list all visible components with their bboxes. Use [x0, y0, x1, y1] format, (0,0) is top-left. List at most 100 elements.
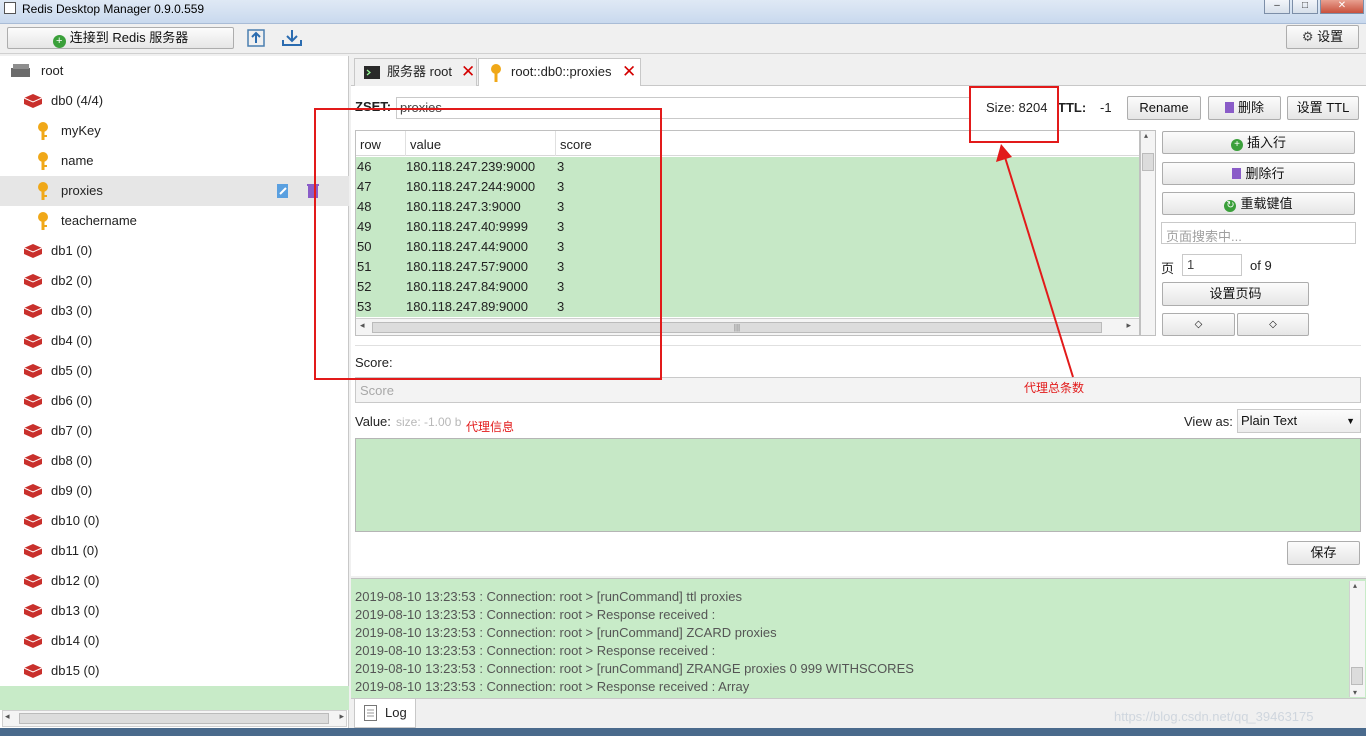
tree-db-label: db6 (0) [51, 393, 93, 408]
sidebar-h-scrollbar[interactable]: ◂ ▸ [2, 710, 347, 727]
delete-key-button[interactable]: 删除 [1208, 96, 1281, 120]
score-input[interactable]: Score [355, 377, 1361, 403]
annotation-box-size [969, 86, 1059, 143]
tree-db-label: db2 (0) [51, 273, 93, 288]
tab-label: 服务器 root [387, 64, 453, 79]
tree-db-item[interactable]: db8 (0) [0, 446, 349, 476]
tree-db-item[interactable]: db9 (0) [0, 476, 349, 506]
sidebar-empty-area [0, 686, 349, 710]
log-line: 2019-08-10 13:23:53 : Connection: root >… [355, 589, 742, 604]
connection-tree: root db0 (4/4) myKey name proxies teache… [0, 56, 349, 729]
tree-db-label: db4 (0) [51, 333, 93, 348]
tab-bar: 服务器 root ✕ root::db0::proxies ✕ [351, 56, 1366, 86]
tree-db-label: db12 (0) [51, 573, 100, 588]
tree-db-label: db5 (0) [51, 363, 93, 378]
prev-page-button[interactable]: ◇ [1162, 313, 1235, 336]
window-title: Redis Desktop Manager 0.9.0.559 [22, 2, 205, 16]
tree-key-label: myKey [61, 123, 101, 138]
trash-icon [1224, 102, 1234, 113]
tree-root[interactable]: root [0, 56, 349, 86]
connect-label: 连接到 Redis 服务器 [69, 30, 189, 45]
tree-db-item[interactable]: db14 (0) [0, 626, 349, 656]
next-page-button[interactable]: ◇ [1237, 313, 1309, 336]
tree-db-item[interactable]: db12 (0) [0, 566, 349, 596]
log-panel: 2019-08-10 13:23:53 : Connection: root >… [351, 578, 1366, 698]
redis-db-icon [23, 334, 42, 348]
redis-db-icon [23, 454, 42, 468]
log-v-scrollbar[interactable]: ▴ ▾ [1349, 581, 1365, 697]
tree-key-proxies[interactable]: proxies [0, 176, 349, 206]
delete-row-label: 删除行 [1245, 166, 1285, 181]
export-icon[interactable] [281, 28, 303, 48]
view-as-select[interactable]: Plain Text ▼ [1237, 409, 1361, 433]
insert-row-button[interactable]: + 插入行 [1162, 131, 1355, 154]
page-search-input[interactable]: 页面搜索中... [1161, 222, 1356, 244]
close-window-button[interactable]: ✕ [1320, 0, 1364, 14]
settings-button[interactable]: ⚙ 设置 [1286, 25, 1359, 49]
document-icon [364, 705, 377, 721]
tree-db-label: db7 (0) [51, 423, 93, 438]
redis-db-icon [23, 274, 42, 288]
reload-button[interactable]: ↻ 重载键值 [1162, 192, 1355, 215]
tree-db-label: db11 (0) [51, 543, 99, 558]
main-toolbar: + 连接到 Redis 服务器 ⚙ 设置 [0, 24, 1366, 54]
tree-key-teachername[interactable]: teachername [0, 206, 349, 236]
tree-key-label: name [61, 153, 94, 168]
tree-db-item[interactable]: db6 (0) [0, 386, 349, 416]
page-count: of 9 [1250, 258, 1272, 273]
page-number-input[interactable]: 1 [1182, 254, 1242, 276]
tree-db-item[interactable]: db7 (0) [0, 416, 349, 446]
plus-circle-icon: + [52, 35, 66, 48]
redis-db-icon [23, 394, 42, 408]
log-line: 2019-08-10 13:23:53 : Connection: root >… [355, 607, 716, 622]
set-page-button[interactable]: 设置页码 [1162, 282, 1309, 306]
tree-key-mykey[interactable]: myKey [0, 116, 349, 146]
tree-db-label: db8 (0) [51, 453, 93, 468]
tree-db0-label: db0 (4/4) [51, 93, 104, 108]
log-tab-bar: Log https://blog.csdn.net/qq_39463175 [351, 698, 1366, 728]
terminal-icon [364, 66, 380, 79]
ttl-label: TTL: [1058, 100, 1087, 115]
tree-db-item[interactable]: db11 (0) [0, 536, 349, 566]
tab-server-root[interactable]: 服务器 root ✕ [354, 58, 477, 86]
import-icon[interactable] [246, 28, 266, 48]
tree-db-item[interactable]: db10 (0) [0, 506, 349, 536]
value-size-label: size: -1.00 b [396, 415, 462, 429]
tree-db-item[interactable]: db1 (0) [0, 236, 349, 266]
refresh-icon: ↻ [1224, 200, 1237, 212]
key-icon [38, 182, 48, 200]
tree-db-item[interactable]: db5 (0) [0, 356, 349, 386]
tree-db0[interactable]: db0 (4/4) [0, 86, 349, 116]
set-ttl-button[interactable]: 设置 TTL [1287, 96, 1359, 120]
key-icon [491, 64, 501, 82]
close-tab-icon[interactable]: ✕ [622, 59, 636, 85]
redis-db-icon [23, 574, 42, 588]
tree-db-label: db15 (0) [51, 663, 100, 678]
tree-key-name[interactable]: name [0, 146, 349, 176]
tree-db-item[interactable]: db15 (0) [0, 656, 349, 686]
tree-db-label: db13 (0) [51, 603, 100, 618]
connect-redis-button[interactable]: + 连接到 Redis 服务器 [7, 27, 234, 49]
rename-button[interactable]: Rename [1127, 96, 1201, 120]
tree-db-item[interactable]: db2 (0) [0, 266, 349, 296]
table-v-scrollbar[interactable]: ▴ [1140, 130, 1156, 336]
redis-db-icon [23, 94, 42, 108]
save-button[interactable]: 保存 [1287, 541, 1360, 565]
close-tab-icon[interactable]: ✕ [461, 59, 475, 85]
delete-row-button[interactable]: 删除行 [1162, 162, 1355, 185]
tree-key-label: proxies [61, 183, 103, 198]
value-editor[interactable] [355, 438, 1361, 532]
tab-proxies[interactable]: root::db0::proxies ✕ [478, 58, 641, 86]
title-bar: Redis Desktop Manager 0.9.0.559 – □ ✕ [0, 0, 1366, 24]
tree-db-item[interactable]: db3 (0) [0, 296, 349, 326]
minimize-button[interactable]: – [1264, 0, 1290, 14]
maximize-button[interactable]: □ [1292, 0, 1318, 14]
tree-root-label: root [41, 63, 64, 78]
tab-log[interactable]: Log [354, 699, 416, 728]
tree-db-label: db9 (0) [51, 483, 93, 498]
tree-db-label: db3 (0) [51, 303, 93, 318]
redis-db-icon [23, 634, 42, 648]
edit-icon[interactable] [276, 183, 290, 199]
tree-db-item[interactable]: db13 (0) [0, 596, 349, 626]
tree-db-item[interactable]: db4 (0) [0, 326, 349, 356]
